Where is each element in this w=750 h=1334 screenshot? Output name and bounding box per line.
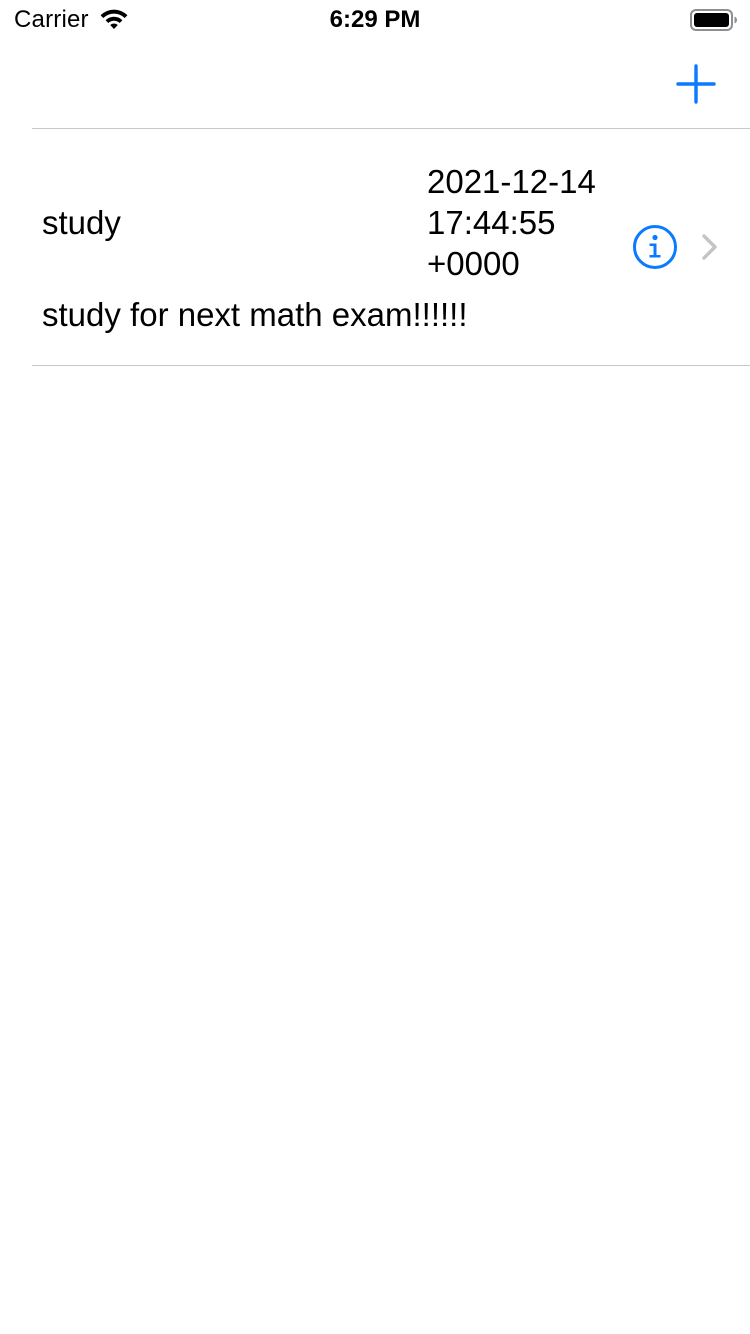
item-subtitle: study for next math exam!!!!!! [42, 296, 468, 333]
add-button[interactable] [672, 60, 720, 108]
info-icon [633, 225, 677, 269]
navigation-bar [0, 40, 750, 128]
info-button[interactable] [632, 224, 678, 270]
list-separator-bottom [32, 365, 750, 366]
battery-icon [690, 9, 737, 31]
item-date: 2021-12-14 17:44:55 +0000 [427, 163, 596, 282]
chevron-right-icon [700, 233, 718, 261]
item-title: study [42, 204, 121, 241]
list-item[interactable]: study 2021-12-14 17:44:55 +0000 study fo… [0, 129, 750, 365]
status-bar: Carrier 6:29 PM [0, 0, 750, 40]
plus-icon [676, 64, 716, 104]
status-time: 6:29 PM [329, 6, 421, 33]
